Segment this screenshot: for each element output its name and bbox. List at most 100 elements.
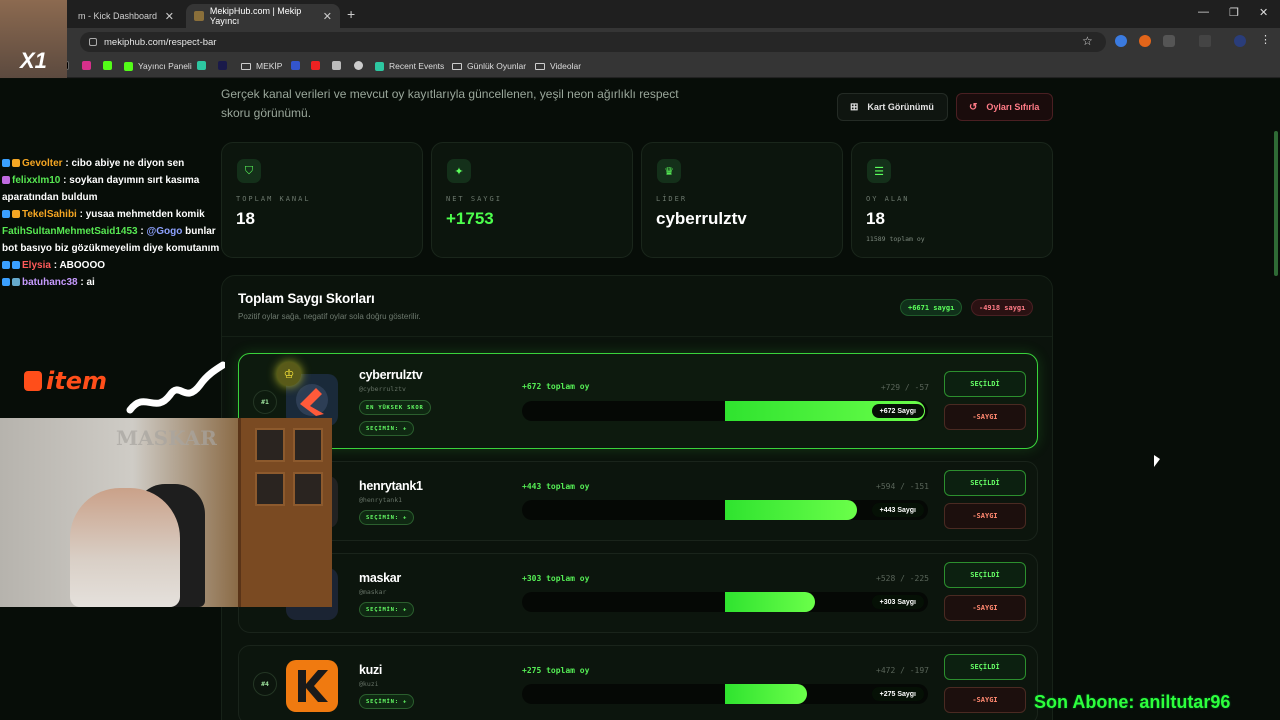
- tab-strip: m - Kick Dashboard ✕ MekipHub.com | Meki…: [0, 0, 1280, 28]
- tab-label: MekipHub.com | Mekip Yayıncı: [209, 6, 302, 26]
- youtube-bookmark-icon[interactable]: [311, 61, 325, 70]
- extension-icon[interactable]: [1115, 35, 1127, 47]
- extension-icon[interactable]: [1139, 35, 1151, 47]
- reset-votes-button[interactable]: ↺ Oyları Sıfırla: [956, 93, 1053, 121]
- stat-label: TOPLAM KANAL: [236, 195, 311, 203]
- top-webcam-overlay: X1: [0, 0, 67, 78]
- downvote-button[interactable]: -SAYGI: [944, 595, 1026, 621]
- image-bookmark-icon[interactable]: [332, 61, 346, 70]
- address-bar[interactable]: mekiphub.com/respect-bar: [80, 32, 1106, 52]
- favicon-icon: [194, 11, 204, 21]
- card-view-button[interactable]: ⊞ Kart Görünümü: [837, 93, 948, 121]
- stat-label: NET SAYGI: [446, 195, 502, 203]
- downvote-button[interactable]: -SAYGI: [944, 503, 1026, 529]
- positive-total-chip: +6671 saygı: [900, 299, 963, 316]
- channel-handle: @maskar: [359, 588, 387, 596]
- shield-icon: ⛉: [237, 159, 261, 183]
- bookmark-icon[interactable]: [218, 61, 232, 70]
- stat-value: cyberrulztv: [656, 209, 747, 228]
- respect-bar-fill: [725, 500, 857, 520]
- rank-badge: #1: [253, 390, 277, 414]
- site-info-icon[interactable]: [89, 38, 97, 46]
- reset-icon: ↺: [969, 101, 978, 113]
- respect-bar: +443 Saygı: [522, 500, 928, 520]
- channel-name: henrytank1: [359, 479, 423, 493]
- respect-scoreboard: Toplam Saygı Skorları Pozitif oylar sağa…: [221, 275, 1053, 720]
- leaderboard-row: #1 ♔ cyberrulztv @cyberrulztv EN YÜKSEK …: [238, 353, 1038, 449]
- upvote-selected-button[interactable]: SEÇİLDİ: [944, 654, 1026, 680]
- board-subtitle: Pozitif oylar sağa, negatif oylar sola d…: [238, 312, 421, 321]
- respect-bar: +303 Saygı: [522, 592, 928, 612]
- profile-avatar[interactable]: [1234, 35, 1246, 47]
- tab-label: m - Kick Dashboard: [78, 11, 158, 21]
- close-icon[interactable]: ✕: [323, 10, 332, 23]
- total-votes: +303 toplam oy: [522, 574, 590, 583]
- board-title: Toplam Saygı Skorları: [238, 291, 375, 306]
- menu-icon[interactable]: ⋮: [1260, 33, 1272, 46]
- kick-bookmark-icon[interactable]: [103, 61, 117, 70]
- bookmark-star-icon[interactable]: ☆: [1082, 34, 1093, 48]
- bag-icon: [24, 371, 42, 391]
- page-description: Gerçek kanal verileri ve mevcut oy kayıt…: [221, 87, 679, 120]
- chat-message: Gevolter : cibo abiye ne diyon sen: [0, 155, 222, 172]
- channel-handle: @kuzi: [359, 680, 379, 688]
- stream-chat-overlay: Gevolter : cibo abiye ne diyon sen felix…: [0, 155, 222, 291]
- leaderboard-row: #4 kuzi @kuzi SEÇİMİN: + +275 toplam oy …: [238, 645, 1038, 720]
- upvote-selected-button[interactable]: SEÇİLDİ: [944, 371, 1026, 397]
- tab-mekiphub[interactable]: MekipHub.com | Mekip Yayıncı ✕: [186, 4, 340, 28]
- list-icon: ☰: [867, 159, 891, 183]
- close-window-icon[interactable]: ✕: [1259, 6, 1268, 19]
- stat-card-total-channels: ⛉ TOPLAM KANAL 18: [221, 142, 423, 258]
- minimize-icon[interactable]: —: [1198, 6, 1209, 18]
- reading-mode-icon[interactable]: [1199, 35, 1211, 47]
- channel-name: maskar: [359, 571, 401, 585]
- bookmark-yayinci-paneli[interactable]: Yayıncı Paneli: [124, 61, 192, 71]
- chat-message: TekelSahibi : yusaa mehmetden komik: [0, 206, 222, 223]
- url-text: mekiphub.com/respect-bar: [104, 36, 217, 48]
- respect-bar-fill: [725, 592, 815, 612]
- bookmark-icon[interactable]: [197, 61, 211, 70]
- wall-text: MASKAR: [116, 426, 217, 450]
- vote-split: +729 / -57: [880, 383, 929, 392]
- bookmark-recent-events[interactable]: Recent Events: [375, 61, 444, 71]
- cam-logo: X1: [20, 48, 47, 73]
- stat-card-net-respect: ✦ NET SAYGI +1753: [431, 142, 633, 258]
- score-pill: +443 Saygı: [871, 503, 924, 517]
- respect-bar-fill: [725, 684, 807, 704]
- bookmark-gunluk-oyunlar[interactable]: Günlük Oyunlar: [452, 61, 526, 71]
- stat-value: +1753: [446, 209, 494, 228]
- channel-name: kuzi: [359, 663, 383, 677]
- mouse-cursor: [1154, 455, 1160, 467]
- divider: [222, 336, 1052, 337]
- stat-subtext: 11589 toplam oy: [866, 235, 925, 243]
- selection-badge: SEÇİMİN: +: [359, 421, 415, 436]
- downvote-button[interactable]: -SAYGI: [944, 687, 1026, 713]
- upvote-selected-button[interactable]: SEÇİLDİ: [944, 562, 1026, 588]
- upvote-selected-button[interactable]: SEÇİLDİ: [944, 470, 1026, 496]
- vote-split: +528 / -225: [876, 574, 929, 583]
- scrollbar[interactable]: [1274, 131, 1278, 276]
- channel-handle: @cyberrulztv: [359, 385, 406, 393]
- top-score-badge: EN YÜKSEK SKOR: [359, 400, 431, 415]
- new-tab-icon[interactable]: +: [347, 6, 355, 22]
- instagram-bookmark-icon[interactable]: [82, 61, 96, 70]
- close-icon[interactable]: ✕: [165, 10, 174, 23]
- stat-label: LİDER: [656, 195, 688, 203]
- downvote-button[interactable]: -SAYGI: [944, 404, 1026, 430]
- respect-bar: +275 Saygı: [522, 684, 928, 704]
- bookmark-videolar[interactable]: Videolar: [535, 61, 581, 71]
- channel-handle: @henrytank1: [359, 496, 403, 504]
- bookmark-mekip[interactable]: MEKİP: [241, 61, 282, 71]
- bookmark-icon[interactable]: [354, 61, 368, 70]
- restore-icon[interactable]: ❐: [1229, 6, 1239, 19]
- sponsor-logo: item: [24, 367, 107, 395]
- stat-card-voted: ☰ OY ALAN 18 11589 toplam oy: [851, 142, 1053, 258]
- bookmark-icon[interactable]: [291, 61, 305, 70]
- rank-badge: #4: [253, 672, 277, 696]
- score-pill: +275 Saygı: [871, 687, 924, 701]
- tab-kick-dashboard[interactable]: m - Kick Dashboard ✕: [70, 4, 182, 28]
- avatar: [286, 660, 338, 712]
- selection-badge: SEÇİMİN: +: [359, 510, 415, 525]
- extensions-puzzle-icon[interactable]: [1163, 35, 1175, 47]
- leaderboard-row: maskar @maskar SEÇİMİN: + +303 toplam oy…: [238, 553, 1038, 633]
